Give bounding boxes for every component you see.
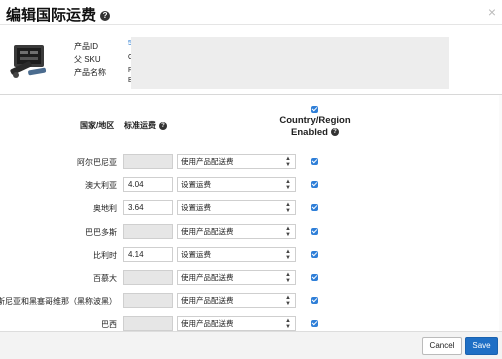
cancel-button[interactable]: Cancel (422, 337, 462, 355)
country-column-header: 国家/地区 (80, 121, 115, 130)
product-thumbnail (10, 45, 47, 78)
help-icon[interactable]: ? (100, 11, 111, 22)
header-divider (0, 24, 502, 25)
rate-mode-select[interactable]: 使用产品配送费 ▲ ▼ (177, 316, 296, 331)
rate-mode-value: 使用产品配送费 (181, 319, 234, 328)
country-enabled-checkbox[interactable] (311, 181, 318, 188)
rate-help-icon[interactable]: ? (159, 121, 167, 130)
rate-mode-value: 使用产品配送费 (181, 157, 234, 166)
country-enabled-checkbox[interactable] (311, 274, 318, 281)
rate-input (123, 316, 173, 331)
rate-mode-select[interactable]: 使用产品配送费 ▲ ▼ (177, 293, 296, 308)
rate-input (123, 154, 173, 169)
rate-column-header-text: 标准运费 (124, 121, 156, 130)
country-label: 比利时 (93, 251, 117, 260)
country-enabled-checkbox[interactable] (311, 251, 318, 258)
rate-mode-select[interactable]: 使用产品配送费 ▲ ▼ (177, 224, 296, 239)
rate-mode-value: 使用产品配送费 (181, 273, 234, 282)
rate-input[interactable]: 3.64 (123, 200, 173, 215)
rate-input (123, 270, 173, 285)
select-arrows-icon: ▲ ▼ (285, 272, 291, 284)
country-label: 阿尔巴尼亚 (77, 158, 117, 167)
rate-mode-value: 设置运费 (181, 250, 211, 259)
parent-sku-label: 父 SKU (74, 55, 101, 64)
title-text: 编辑国际运费 (6, 7, 97, 24)
country-label: 巴西 (101, 320, 117, 329)
select-all-checkbox[interactable] (311, 106, 318, 113)
country-enabled-checkbox[interactable] (311, 158, 318, 165)
country-enabled-checkbox[interactable] (311, 320, 318, 327)
country-enabled-checkbox[interactable] (311, 297, 318, 304)
country-label: 奥地利 (93, 204, 117, 213)
country-enabled-checkbox[interactable] (311, 228, 318, 235)
country-label: 波斯尼亚和黑塞哥维那（黑称波黑） (0, 297, 117, 306)
save-button[interactable]: Save (465, 337, 498, 355)
enabled-column-header-text: Country/Region Enabled (279, 115, 351, 138)
rate-mode-value: 设置运费 (181, 203, 211, 212)
rate-mode-select[interactable]: 设置运费 ▲ ▼ (177, 177, 296, 192)
select-arrows-icon: ▲ ▼ (285, 226, 291, 238)
close-icon[interactable]: × (488, 4, 496, 20)
rate-mode-select[interactable]: 使用产品配送费 ▲ ▼ (177, 154, 296, 169)
rate-input (123, 224, 173, 239)
select-arrows-icon: ▲ ▼ (285, 202, 291, 214)
country-enabled-checkbox[interactable] (311, 204, 318, 211)
enabled-help-icon[interactable]: ? (330, 128, 339, 137)
rate-mode-value: 使用产品配送费 (181, 296, 234, 305)
rate-input[interactable]: 4.14 (123, 247, 173, 262)
product-name-label: 产品名称 (74, 68, 106, 77)
enabled-column-header: Country/Region Enabled? (270, 115, 360, 139)
modal-title: 编辑国际运费? (6, 4, 111, 25)
country-label: 澳大利亚 (85, 181, 117, 190)
rate-input[interactable]: 4.04 (123, 177, 173, 192)
rate-mode-select[interactable]: 设置运费 ▲ ▼ (177, 200, 296, 215)
country-label: 巴巴多斯 (85, 228, 117, 237)
country-label: 百慕大 (93, 274, 117, 283)
select-arrows-icon: ▲ ▼ (285, 156, 291, 168)
rate-mode-select[interactable]: 设置运费 ▲ ▼ (177, 247, 296, 262)
rate-mode-value: 使用产品配送费 (181, 227, 234, 236)
select-arrows-icon: ▲ ▼ (285, 295, 291, 307)
product-id-label: 产品ID (74, 42, 98, 51)
redacted-product-info (131, 37, 449, 89)
info-divider (0, 94, 502, 95)
rate-mode-value: 设置运费 (181, 180, 211, 189)
rate-input (123, 293, 173, 308)
select-arrows-icon: ▲ ▼ (285, 249, 291, 261)
rate-mode-select[interactable]: 使用产品配送费 ▲ ▼ (177, 270, 296, 285)
select-arrows-icon: ▲ ▼ (285, 318, 291, 330)
rate-column-header: 标准运费? (124, 120, 167, 131)
select-arrows-icon: ▲ ▼ (285, 179, 291, 191)
